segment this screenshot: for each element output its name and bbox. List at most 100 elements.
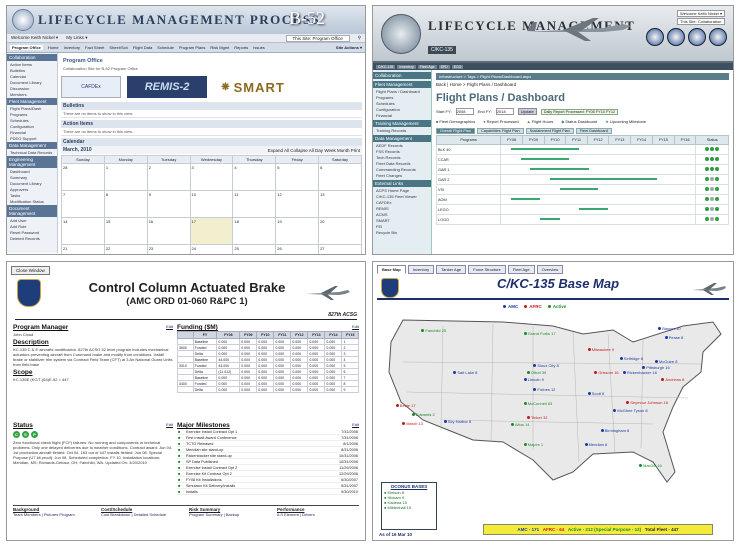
calendar-day[interactable]: 4 bbox=[232, 163, 277, 191]
base-marker[interactable]: Altus 14 bbox=[511, 422, 529, 427]
edit-link[interactable]: Edit bbox=[166, 422, 173, 429]
welcome-menu[interactable]: Welcome Keith Nickel ▾ bbox=[11, 35, 58, 41]
top-tab[interactable]: SPD bbox=[438, 64, 450, 69]
table-row[interactable]: GAR 2 bbox=[435, 174, 729, 185]
base-marker[interactable]: Pease 8 bbox=[664, 335, 683, 340]
base-marker[interactable]: Scott 8 bbox=[587, 391, 604, 396]
base-marker[interactable]: McGhee Tyson 8 bbox=[613, 408, 648, 413]
flight-plan-tab[interactable]: Capabilities Flight Plan bbox=[477, 128, 524, 134]
base-marker[interactable]: Meridian 8 bbox=[584, 442, 607, 447]
site-actions-menu[interactable]: Site Actions ▾ bbox=[336, 45, 362, 50]
footer-links[interactable]: Team Members | Pictures Program bbox=[13, 512, 75, 517]
map-tab[interactable]: Force Structure bbox=[468, 265, 506, 274]
calendar-day[interactable]: 25 bbox=[232, 244, 277, 254]
search-icon[interactable]: ⚲ bbox=[358, 35, 361, 41]
calendar-day[interactable]: 6 bbox=[318, 163, 362, 191]
table-row[interactable]: VSI bbox=[435, 184, 729, 195]
sidebar-heading[interactable]: Training Management bbox=[373, 120, 431, 127]
calendar-day[interactable]: 23 bbox=[146, 244, 191, 254]
sidebar-heading[interactable]: Document Management bbox=[7, 205, 57, 217]
table-row[interactable]: LEGO bbox=[435, 204, 729, 215]
calendar-day[interactable]: 24 bbox=[189, 244, 234, 254]
sidebar-item[interactable]: Members bbox=[7, 91, 57, 97]
table-row[interactable]: CCAR bbox=[435, 154, 729, 165]
calendar-day[interactable]: 28 bbox=[61, 163, 105, 191]
calendar-options[interactable]: Expand All Collapse All Day Week Month P… bbox=[268, 148, 360, 153]
base-marker[interactable]: Milwaukee 9 bbox=[587, 347, 614, 352]
base-marker[interactable]: Rickenbacker 16 bbox=[623, 370, 657, 375]
calendar-day[interactable]: 19 bbox=[275, 217, 320, 245]
calendar-title[interactable]: Calendar bbox=[61, 138, 362, 146]
sidebar-item[interactable]: Fleet Changes bbox=[373, 172, 431, 178]
base-marker[interactable]: Fairchild 25 bbox=[421, 328, 446, 333]
calendar-day[interactable]: 7 bbox=[61, 190, 105, 218]
nav-item[interactable]: Fact Sheet bbox=[85, 45, 104, 50]
smart-logo-link[interactable]: ❋ SMART bbox=[213, 76, 293, 98]
map-tab[interactable]: Inventory bbox=[407, 265, 435, 274]
calendar-day[interactable]: 12 bbox=[275, 190, 320, 218]
base-marker[interactable]: Lincoln 9 bbox=[523, 377, 544, 382]
us-map[interactable]: Fairchild 25 Grand Forks 17 Bangor 10 Pease… bbox=[383, 312, 728, 492]
calendar-day[interactable]: 26 bbox=[275, 244, 320, 254]
calendar-day[interactable]: 9 bbox=[146, 190, 191, 218]
base-marker[interactable]: Pittsburgh 16 bbox=[642, 365, 670, 370]
sidebar-item[interactable]: Technical Data Records bbox=[7, 149, 57, 155]
start-fy-select[interactable]: 2008 bbox=[455, 108, 474, 115]
search-scope-select[interactable]: This Site: Collaboration bbox=[677, 18, 725, 25]
edit-link[interactable]: Edit bbox=[166, 324, 173, 331]
calendar-day[interactable]: 5 bbox=[275, 163, 320, 191]
breadcrumb-nav[interactable]: Back | Home > Flight Plans / Dashboard bbox=[436, 82, 729, 87]
base-marker[interactable]: Edwards 2 bbox=[411, 412, 435, 417]
sidebar-heading[interactable]: Data Management bbox=[7, 142, 57, 149]
edit-link[interactable]: Edit bbox=[352, 422, 359, 429]
nav-item[interactable]: Program Plans bbox=[179, 45, 205, 50]
cafdex-logo-link[interactable]: CAFDEx bbox=[61, 76, 121, 98]
calendar-day[interactable]: 13 bbox=[318, 190, 362, 218]
base-marker[interactable]: Selfridge 8 bbox=[619, 356, 643, 361]
flight-plan-tab[interactable]: Fleet Dashboard bbox=[575, 128, 612, 134]
sidebar-heading[interactable]: Data Management bbox=[373, 135, 431, 142]
top-tab[interactable]: Inventory bbox=[397, 64, 416, 69]
base-marker[interactable]: Birmingham 8 bbox=[600, 428, 629, 433]
calendar-day[interactable]: 10 bbox=[189, 190, 234, 218]
top-tab[interactable]: Fleet Age bbox=[417, 64, 437, 69]
nav-item[interactable]: Reports bbox=[234, 45, 248, 50]
base-marker[interactable]: Seymour Johnson 16 bbox=[626, 400, 668, 405]
action-items-title[interactable]: Action Items bbox=[61, 120, 362, 128]
base-marker[interactable]: Majors 1 bbox=[523, 442, 543, 447]
sidebar-heading[interactable]: Collaboration bbox=[373, 72, 431, 79]
calendar-day[interactable]: 15 bbox=[103, 217, 148, 245]
nav-item[interactable]: Risk Mgmt bbox=[210, 45, 229, 50]
sidebar-heading[interactable]: Collaboration bbox=[7, 54, 57, 61]
edit-link[interactable]: Edit bbox=[352, 324, 359, 331]
base-marker[interactable]: McGuire 8 bbox=[655, 359, 677, 364]
table-row[interactable]: AOM bbox=[435, 194, 729, 205]
calendar-day[interactable]: 18 bbox=[232, 217, 277, 245]
base-marker[interactable]: March 13 bbox=[402, 421, 423, 426]
base-marker[interactable]: MacDill 16 bbox=[639, 463, 662, 468]
sidebar-heading[interactable]: Fleet Management bbox=[373, 81, 431, 88]
base-marker[interactable]: Forbes 12 bbox=[533, 387, 555, 392]
footer-links[interactable]: ILS Element | Drivers bbox=[277, 512, 315, 517]
nav-item[interactable]: Sheet/Sch bbox=[109, 45, 127, 50]
calendar-day[interactable]: 2 bbox=[146, 163, 191, 191]
close-window-button[interactable]: Close Window bbox=[11, 266, 50, 275]
nav-item[interactable]: Home bbox=[48, 45, 59, 50]
sidebar-heading[interactable]: Fleet Management bbox=[7, 98, 57, 105]
base-marker[interactable]: McConnell 63 bbox=[523, 401, 552, 406]
map-tab[interactable]: Fleet Age bbox=[507, 265, 535, 274]
calendar-day[interactable]: 11 bbox=[232, 190, 277, 218]
calendar-day[interactable]: 14 bbox=[61, 217, 105, 245]
bulletins-title[interactable]: Bulletins bbox=[61, 102, 362, 110]
calendar-day[interactable]: 1 bbox=[103, 163, 148, 191]
nav-item[interactable]: Program Office bbox=[10, 45, 43, 50]
base-marker[interactable]: Andrews 8 bbox=[661, 377, 684, 382]
base-marker[interactable]: Tinker 32 bbox=[527, 415, 548, 420]
footer-links[interactable]: Program Summary | Backup bbox=[189, 512, 239, 517]
sidebar-heading[interactable]: Engineering Management bbox=[7, 156, 57, 168]
table-row[interactable]: BLK 40 bbox=[435, 144, 729, 155]
footer-links[interactable]: Cost Breakdown | Detailed Schedule bbox=[101, 512, 166, 517]
map-tab[interactable]: Base Map bbox=[377, 265, 406, 274]
calendar-day[interactable]: 3 bbox=[189, 163, 234, 191]
calendar-day[interactable]: 20 bbox=[318, 217, 362, 245]
